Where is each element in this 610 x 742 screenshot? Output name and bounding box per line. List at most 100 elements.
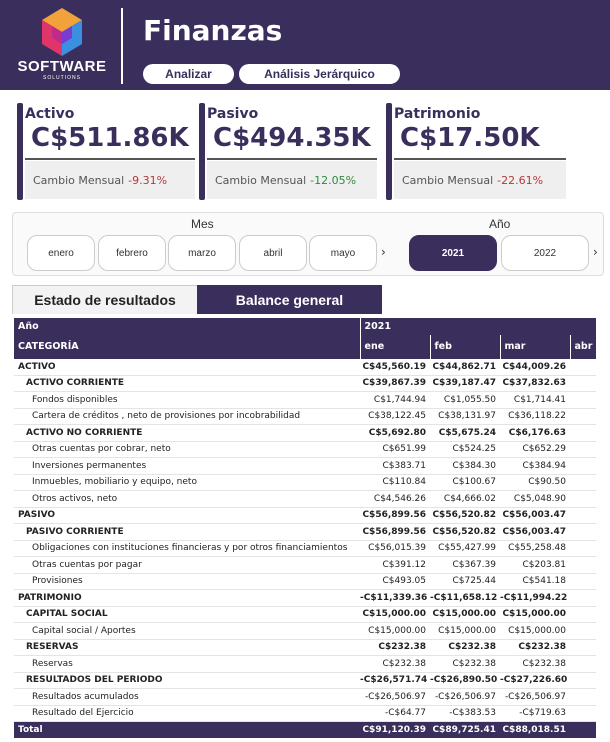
row-value: C$100.67 bbox=[430, 474, 500, 491]
row-value: C$ bbox=[570, 424, 596, 442]
row-value: C bbox=[570, 573, 596, 590]
month-chip-mayo[interactable]: mayo bbox=[309, 235, 377, 271]
row-value: C$524.25 bbox=[430, 441, 500, 458]
card-accent-bar bbox=[199, 103, 205, 200]
row-value: C$5,692.80 bbox=[360, 424, 430, 442]
month-chip-marzo[interactable]: marzo bbox=[168, 235, 236, 271]
table-row[interactable]: PATRIMONIO -C$11,339.36 -C$11,658.12 -C$11,… bbox=[14, 589, 596, 607]
row-category: Reservas bbox=[14, 655, 360, 673]
month-column-header[interactable]: abr bbox=[569, 334, 596, 359]
table-row[interactable]: Resultado del Ejercicio -C$64.77 -C$383.53… bbox=[14, 705, 596, 722]
card-accent-bar bbox=[17, 103, 23, 200]
row-value: C$3 bbox=[570, 408, 596, 425]
analizar-button[interactable]: Analizar bbox=[143, 64, 234, 84]
tab-balance-general[interactable]: Balance general bbox=[197, 285, 382, 314]
row-value: C bbox=[570, 639, 596, 656]
category-header[interactable]: CATEGORÍA bbox=[14, 334, 360, 359]
table-row[interactable]: Inversiones permanentes C$383.71 C$384.30 C… bbox=[14, 457, 596, 475]
kpi-change: Cambio Mensual -9.31% bbox=[25, 161, 195, 199]
row-value: C$5 bbox=[570, 507, 596, 524]
change-value: -9.31% bbox=[128, 173, 168, 187]
total-value: C$88,018.51 bbox=[500, 721, 570, 738]
table-row[interactable]: CAPITAL SOCIAL C$15,000.00 C$15,000.00 C$15… bbox=[14, 606, 596, 623]
month-column-header[interactable]: ene bbox=[359, 334, 430, 359]
table-row[interactable]: ReservasC$232.38C$232.38C$232.38C bbox=[14, 655, 596, 673]
table-row[interactable]: ACTIVO CORRIENTE C$39,867.39 C$39,187.47 C$… bbox=[14, 375, 596, 392]
row-category: Otros activos, neto bbox=[14, 490, 360, 508]
year-slicer-title: Año bbox=[489, 217, 511, 231]
row-category: ACTIVO NO CORRIENTE bbox=[14, 424, 360, 442]
change-value: -22.61% bbox=[497, 173, 544, 187]
row-value: C$ bbox=[570, 490, 596, 508]
table-row[interactable]: ProvisionesC$493.05C$725.44C$541.18C bbox=[14, 573, 596, 590]
row-value: C$55,427.99 bbox=[430, 540, 500, 557]
year-next-arrow-icon[interactable]: › bbox=[593, 245, 598, 259]
row-value: C$232.38 bbox=[360, 655, 430, 673]
tab-estado-resultados[interactable]: Estado de resultados bbox=[12, 285, 197, 314]
kpi-value: C$494.35K bbox=[213, 123, 371, 153]
table-row[interactable]: Resultados acumulados -C$26,506.97 -C$26,5… bbox=[14, 688, 596, 706]
row-value: C bbox=[570, 556, 596, 574]
row-category: Resultados acumulados bbox=[14, 688, 360, 706]
total-label: Total bbox=[14, 721, 360, 738]
month-next-arrow-icon[interactable]: › bbox=[381, 245, 386, 259]
kpi-label: Patrimonio bbox=[394, 106, 481, 122]
change-value: -12.05% bbox=[310, 173, 357, 187]
row-value: C$56,899.56 bbox=[360, 507, 430, 524]
month-chip-enero[interactable]: enero bbox=[27, 235, 95, 271]
row-category: PASIVO CORRIENTE bbox=[14, 523, 360, 541]
row-value: -C$11,658.12 bbox=[430, 589, 500, 607]
table-row[interactable]: RESULTADOS DEL PERIODO -C$26,571.74 -C$26,… bbox=[14, 672, 596, 689]
table-row[interactable]: Obligaciones con instituciones financier… bbox=[14, 540, 596, 557]
divider bbox=[394, 158, 566, 160]
row-value: C$38,122.45 bbox=[360, 408, 430, 425]
table-row[interactable]: ACTIVOC$45,560.19C$44,862.71C$44,009.26C… bbox=[14, 358, 596, 376]
row-value: C$391.12 bbox=[360, 556, 430, 574]
row-value: C$45,560.19 bbox=[360, 358, 430, 376]
row-category: Obligaciones con instituciones financier… bbox=[14, 540, 360, 557]
year-chip-2021[interactable]: 2021 bbox=[409, 235, 497, 271]
row-value: -C$11,339.36 bbox=[360, 589, 430, 607]
table-row[interactable]: Inmuebles, mobiliario y equipo, neto C$11… bbox=[14, 474, 596, 491]
table-row[interactable]: Otras cuentas por pagar C$391.12 C$367.39 C… bbox=[14, 556, 596, 574]
row-category: Inmuebles, mobiliario y equipo, neto bbox=[14, 474, 360, 491]
row-category: Otras cuentas por pagar bbox=[14, 556, 360, 574]
row-value: C bbox=[570, 441, 596, 458]
table-row[interactable]: ACTIVO NO CORRIENTE C$5,692.80 C$5,675.24 C… bbox=[14, 424, 596, 442]
year-header-row: Año 2021 bbox=[14, 318, 596, 335]
row-value: C$5 bbox=[570, 540, 596, 557]
row-value: C$56,899.56 bbox=[360, 523, 430, 541]
row-value: -C$2 bbox=[570, 688, 596, 706]
table-row[interactable]: PASIVO CORRIENTE C$56,899.56 C$56,520.82 C$… bbox=[14, 523, 596, 541]
month-chip-abril[interactable]: abril bbox=[239, 235, 307, 271]
row-value: C$56,003.47 bbox=[500, 507, 570, 524]
table-row[interactable]: Otros activos, neto C$4,546.26 C$4,666.02 C… bbox=[14, 490, 596, 508]
logo-text: SOFTWARE bbox=[17, 58, 107, 75]
table-row[interactable]: PASIVOC$56,899.56C$56,520.82C$56,003.47C… bbox=[14, 507, 596, 524]
year-header-value[interactable]: 2021 bbox=[359, 318, 596, 335]
row-value: C$39,867.39 bbox=[360, 375, 430, 392]
row-value: -C$26,506.97 bbox=[430, 688, 500, 706]
row-value: C$1 bbox=[570, 622, 596, 640]
row-value: C$384.94 bbox=[500, 457, 570, 475]
row-value: C$5 bbox=[570, 523, 596, 541]
row-value: C$55,258.48 bbox=[500, 540, 570, 557]
row-value: C$232.38 bbox=[500, 639, 570, 656]
row-value: -C$26,571.74 bbox=[360, 672, 430, 689]
table-row[interactable]: Fondos disponibles C$1,744.94 C$1,055.50 C$… bbox=[14, 391, 596, 409]
card-accent-bar bbox=[386, 103, 392, 200]
row-value: C$4 bbox=[570, 358, 596, 376]
table-row[interactable]: Cartera de créditos , neto de provisione… bbox=[14, 408, 596, 425]
row-value: C$5,048.90 bbox=[500, 490, 570, 508]
table-row[interactable]: RESERVASC$232.38C$232.38C$232.38C bbox=[14, 639, 596, 656]
table-row[interactable]: Capital social / Aportes C$15,000.00 C$15,… bbox=[14, 622, 596, 640]
matrix-body: ACTIVOC$45,560.19C$44,862.71C$44,009.26C… bbox=[14, 358, 596, 738]
analisis-jerarquico-button[interactable]: Análisis Jerárquico bbox=[239, 64, 400, 84]
month-column-header[interactable]: feb bbox=[429, 334, 500, 359]
month-chip-febrero[interactable]: febrero bbox=[98, 235, 166, 271]
year-chip-2022[interactable]: 2022 bbox=[501, 235, 589, 271]
row-value: C$652.29 bbox=[500, 441, 570, 458]
total-value: C$91,120.39 bbox=[360, 721, 430, 738]
month-column-header[interactable]: mar bbox=[499, 334, 570, 359]
table-row[interactable]: Otras cuentas por cobrar, neto C$651.99 C$… bbox=[14, 441, 596, 458]
